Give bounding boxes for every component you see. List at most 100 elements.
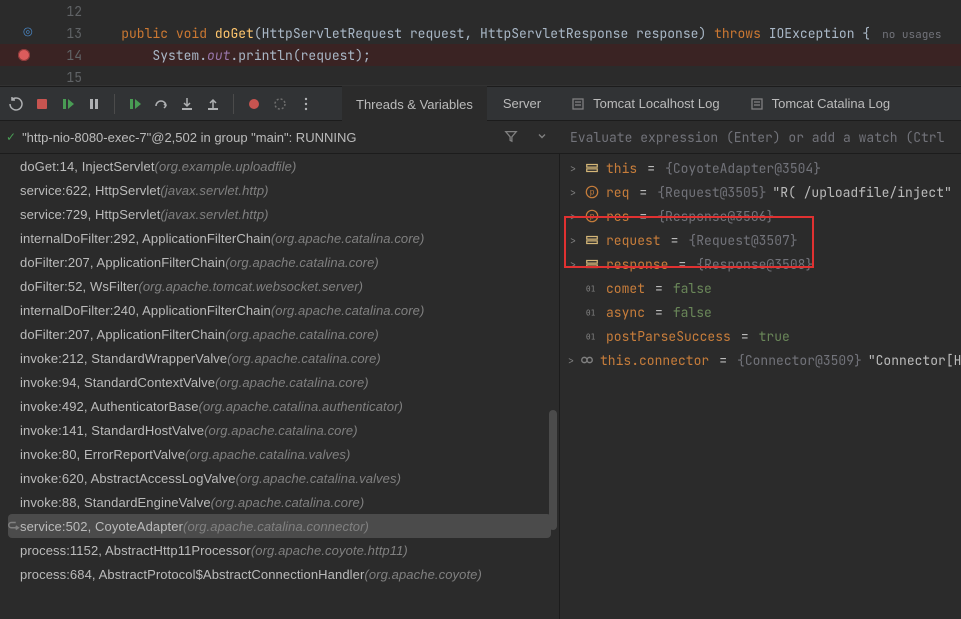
line-number: 13 — [66, 25, 82, 42]
more-icon[interactable] — [294, 92, 318, 116]
step-into-icon[interactable] — [175, 92, 199, 116]
stack-frame[interactable]: service:729, HttpServlet (javax.servlet.… — [0, 202, 559, 226]
debug-toolbar: Threads & Variables Server Tomcat Localh… — [0, 86, 961, 121]
stack-frame[interactable]: invoke:212, StandardWrapperValve (org.ap… — [0, 346, 559, 370]
var-type-icon — [580, 352, 594, 368]
frame-package: (org.apache.catalina.valves) — [185, 447, 350, 462]
step-over-icon[interactable] — [123, 92, 147, 116]
frame-package: (org.apache.coyote.http11) — [251, 543, 408, 558]
frame-package: (org.apache.catalina.core) — [271, 303, 425, 318]
line-number: 12 — [66, 3, 82, 20]
frame-method: invoke:141, StandardHostValve — [20, 423, 204, 438]
variable-row[interactable]: 01comet = false — [560, 276, 961, 300]
code[interactable]: public void doGet(HttpServletRequest req… — [90, 25, 961, 42]
filter-icon[interactable] — [498, 129, 524, 146]
tab-label: Server — [503, 96, 541, 111]
gutter[interactable]: ◎13 — [0, 25, 90, 42]
toolbar-separator — [114, 94, 115, 114]
var-name: async — [606, 304, 645, 321]
variable-row[interactable]: >preq = {Request@3505} "R( /uploadfile/i… — [560, 180, 961, 204]
frame-method: invoke:80, ErrorReportValve — [20, 447, 185, 462]
tab-threads-variables[interactable]: Threads & Variables — [342, 86, 487, 121]
gutter[interactable]: 15 — [0, 69, 90, 86]
frames-panel[interactable]: doGet:14, InjectServlet (org.example.upl… — [0, 154, 560, 619]
frame-package: (org.example.uploadfile) — [155, 159, 297, 174]
variable-row[interactable]: >this = {CoyoteAdapter@3504} — [560, 156, 961, 180]
frame-method: invoke:212, StandardWrapperValve — [20, 351, 227, 366]
stack-frame[interactable]: invoke:492, AuthenticatorBase (org.apach… — [0, 394, 559, 418]
svg-text:01: 01 — [586, 333, 596, 342]
stack-frame[interactable]: doGet:14, InjectServlet (org.example.upl… — [0, 154, 559, 178]
pause-icon[interactable] — [82, 92, 106, 116]
frame-package: (org.apache.catalina.connector) — [183, 519, 369, 534]
frame-method: internalDoFilter:240, ApplicationFilterC… — [20, 303, 271, 318]
frame-method: service:622, HttpServlet — [20, 183, 160, 198]
var-type-icon — [584, 160, 600, 176]
code-line[interactable]: 12 — [0, 0, 961, 22]
frame-method: invoke:620, AbstractAccessLogValve — [20, 471, 236, 486]
toolbar-separator — [233, 94, 234, 114]
stack-frame[interactable]: internalDoFilter:292, ApplicationFilterC… — [0, 226, 559, 250]
var-string: "R( /uploadfile/inject" — [772, 184, 951, 201]
resume-icon[interactable] — [56, 92, 80, 116]
frame-method: service:502, CoyoteAdapter — [20, 519, 183, 534]
var-value: {CoyoteAdapter@3504} — [665, 160, 821, 177]
line-number: 15 — [66, 69, 82, 86]
code[interactable]: System.out.println(request); — [90, 47, 961, 64]
stack-frame[interactable]: invoke:88, StandardEngineValve (org.apac… — [0, 490, 559, 514]
code-line[interactable]: 14 System.out.println(request); — [0, 44, 961, 66]
variable-row[interactable]: >this.connector = {Connector@3509} "Conn… — [560, 348, 961, 372]
variables-panel[interactable]: > this = {CoyoteAdapter@3504} >preq = {Req… — [560, 154, 961, 619]
variable-row[interactable]: 01async = false — [560, 300, 961, 324]
scrollbar[interactable] — [549, 410, 557, 530]
frame-package: (org.apache.catalina.core) — [215, 375, 369, 390]
stack-frame[interactable]: invoke:620, AbstractAccessLogValve (org.… — [0, 466, 559, 490]
code-line[interactable]: ◎13 public void doGet(HttpServletRequest… — [0, 22, 961, 44]
stack-frame[interactable]: invoke:80, ErrorReportValve (org.apache.… — [0, 442, 559, 466]
var-literal: true — [759, 328, 790, 345]
equals: = — [651, 304, 667, 321]
rerun-icon[interactable] — [4, 92, 28, 116]
log-icon — [750, 97, 764, 111]
equals: = — [635, 184, 651, 201]
mute-breakpoints-icon[interactable] — [268, 92, 292, 116]
stack-frame[interactable]: invoke:141, StandardHostValve (org.apach… — [0, 418, 559, 442]
stack-frame[interactable]: service:622, HttpServlet (javax.servlet.… — [0, 178, 559, 202]
code-line[interactable]: 15 — [0, 66, 961, 88]
tab-tomcat-localhost[interactable]: Tomcat Localhost Log — [557, 86, 733, 121]
stack-frame[interactable]: service:502, CoyoteAdapter (org.apache.c… — [8, 514, 551, 538]
stack-frame[interactable]: internalDoFilter:240, ApplicationFilterC… — [0, 298, 559, 322]
gutter[interactable]: 14 — [0, 47, 90, 64]
view-breakpoints-icon[interactable] — [242, 92, 266, 116]
stop-icon[interactable] — [30, 92, 54, 116]
var-name: this — [606, 160, 637, 177]
evaluate-expression-input[interactable]: Evaluate expression (Enter) or add a wat… — [570, 129, 944, 146]
stack-frame[interactable]: doFilter:207, ApplicationFilterChain (or… — [0, 250, 559, 274]
expand-chevron-icon[interactable]: > — [568, 186, 578, 199]
tab-tomcat-catalina[interactable]: Tomcat Catalina Log — [736, 86, 905, 121]
line-number: 14 — [66, 47, 82, 64]
var-name: postParseSuccess — [606, 328, 731, 345]
frame-method: internalDoFilter:292, ApplicationFilterC… — [20, 231, 271, 246]
frame-method: invoke:492, AuthenticatorBase — [20, 399, 199, 414]
variable-row[interactable]: 01postParseSuccess = true — [560, 324, 961, 348]
breakpoint-icon[interactable] — [18, 49, 30, 61]
var-value: {Request@3505} — [657, 184, 766, 201]
frame-method: service:729, HttpServlet — [20, 207, 160, 222]
stack-frame[interactable]: doFilter:52, WsFilter (org.apache.tomcat… — [0, 274, 559, 298]
stack-frame[interactable]: process:684, AbstractProtocol$AbstractCo… — [0, 562, 559, 586]
frame-method: process:684, AbstractProtocol$AbstractCo… — [20, 567, 364, 582]
step-over2-icon[interactable] — [149, 92, 173, 116]
expand-chevron-icon[interactable]: > — [568, 354, 574, 367]
var-value: {Connector@3509} — [737, 352, 862, 369]
chevron-down-icon[interactable] — [530, 130, 554, 145]
step-out-icon[interactable] — [201, 92, 225, 116]
stack-frame[interactable]: process:1152, AbstractHttp11Processor (o… — [0, 538, 559, 562]
frame-package: (org.apache.catalina.core) — [271, 231, 425, 246]
tab-server[interactable]: Server — [489, 86, 555, 121]
gutter[interactable]: 12 — [0, 3, 90, 20]
stack-frame[interactable]: doFilter:207, ApplicationFilterChain (or… — [0, 322, 559, 346]
thread-label[interactable]: "http-nio-8080-exec-7"@2,502 in group "m… — [22, 130, 356, 145]
stack-frame[interactable]: invoke:94, StandardContextValve (org.apa… — [0, 370, 559, 394]
expand-chevron-icon[interactable]: > — [568, 162, 578, 175]
